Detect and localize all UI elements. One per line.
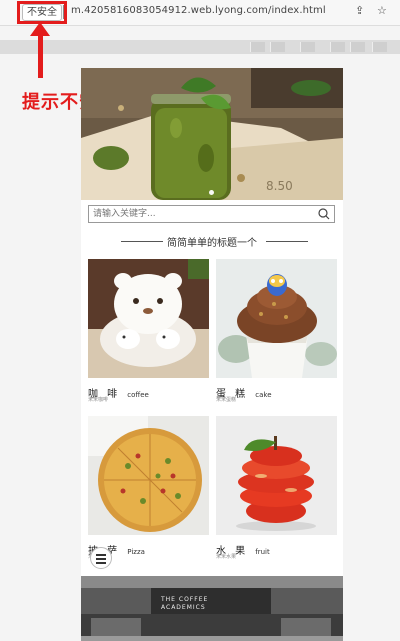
fruit-image [216, 416, 337, 535]
product-subtitle: 米米水果 [216, 554, 237, 560]
product-name-en: fruit [255, 548, 270, 556]
title-divider-right [266, 241, 308, 242]
product-name-en: cake [255, 391, 272, 399]
banner-drink-picture: 8.50 [81, 68, 343, 200]
url-text[interactable]: m.4205816083054912.web.lyong.com/index.h… [71, 5, 326, 16]
storefront-picture [81, 576, 343, 641]
bookmarks-bar [0, 40, 400, 54]
share-icon[interactable]: ⇪ [355, 4, 364, 17]
mobile-page: 8.50 简简单单的标题一个 [81, 68, 343, 641]
product-subtitle: 米米蛋糕 [216, 397, 237, 403]
search-icon[interactable] [318, 208, 330, 220]
menu-button[interactable] [90, 547, 112, 569]
carousel-dot[interactable] [209, 190, 214, 195]
product-name-en: Pizza [127, 548, 145, 556]
annotation-arrow [38, 28, 43, 78]
product-card-coffee[interactable]: 咖 啡 coffee 米米咖啡 [88, 259, 209, 403]
coffee-image [88, 259, 209, 378]
banner-image[interactable]: 8.50 [81, 68, 343, 200]
product-card-pizza[interactable]: 披 萨 Pizza 米米披萨 [88, 416, 209, 560]
cake-image [216, 259, 337, 378]
product-card-cake[interactable]: 蛋 糕 cake 米米蛋糕 [216, 259, 337, 403]
star-icon[interactable]: ☆ [377, 4, 387, 17]
pizza-image [88, 416, 209, 535]
storefront-sign: THE COFFEE ACADEMICS [161, 596, 209, 611]
search-input[interactable] [93, 207, 308, 221]
footer-image[interactable]: THE COFFEE ACADEMICS [81, 576, 343, 641]
product-name-en: coffee [127, 391, 149, 399]
annotation-highlight-box [17, 1, 67, 24]
svg-text:8.50: 8.50 [266, 179, 293, 193]
search-box[interactable] [88, 205, 335, 223]
product-card-fruit[interactable]: 水 果 fruit 米米水果 [216, 416, 337, 560]
